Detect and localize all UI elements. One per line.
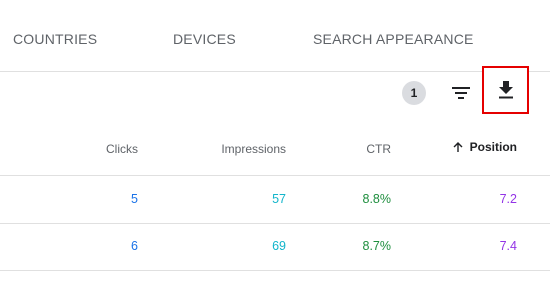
tab-countries[interactable]: COUNTRIES [13, 31, 97, 47]
cell-impressions: 57 [272, 192, 286, 206]
column-header-impressions[interactable]: Impressions [221, 142, 286, 156]
cell-clicks: 6 [131, 239, 138, 253]
column-header-ctr[interactable]: CTR [366, 142, 391, 156]
table-header: Clicks Impressions CTR Position [0, 122, 550, 176]
tab-search-appearance[interactable]: SEARCH APPEARANCE [313, 31, 474, 47]
cell-ctr: 8.7% [362, 239, 392, 253]
column-header-clicks[interactable]: Clicks [106, 142, 138, 156]
cell-clicks: 5 [131, 192, 138, 206]
performance-report-panel: COUNTRIES DEVICES SEARCH APPEARANCE 1 Cl… [0, 0, 550, 287]
download-button[interactable] [482, 66, 529, 114]
dimension-tabs: COUNTRIES DEVICES SEARCH APPEARANCE [0, 0, 550, 72]
table-toolbar: 1 [0, 72, 550, 122]
filter-icon [452, 87, 470, 99]
cell-position: 7.2 [499, 192, 517, 206]
table-row[interactable]: 5 57 8.8% 7.2 [0, 176, 550, 224]
column-header-position-label: Position [469, 140, 517, 154]
download-icon [498, 81, 513, 99]
active-filter-count-badge[interactable]: 1 [402, 81, 426, 105]
filter-button[interactable] [447, 79, 475, 107]
column-header-position[interactable]: Position [452, 140, 517, 154]
tab-devices[interactable]: DEVICES [173, 31, 236, 47]
table-row[interactable]: 6 69 8.7% 7.4 [0, 223, 550, 271]
arrow-up-icon [452, 141, 464, 153]
cell-position: 7.4 [499, 239, 517, 253]
cell-ctr: 8.8% [362, 192, 392, 206]
cell-impressions: 69 [272, 239, 286, 253]
